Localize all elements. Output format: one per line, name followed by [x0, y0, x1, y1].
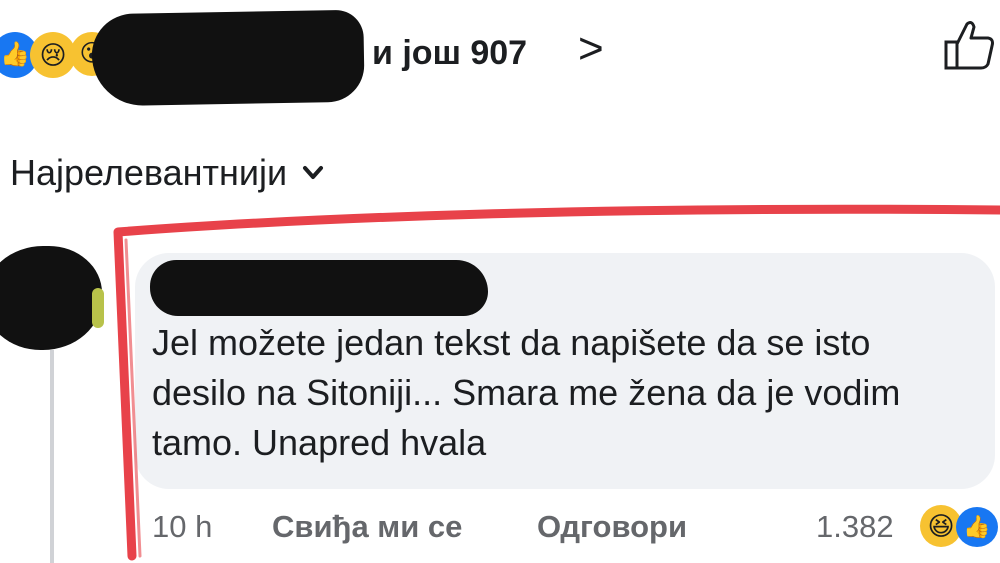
like-reaction-icon: 👍 [956, 507, 998, 547]
avatar-edge [92, 288, 104, 328]
reactions-summary[interactable]: 👍 😢 😮 и још 907 > [0, 9, 1000, 107]
comment-sort-dropdown[interactable]: Најрелевантнији [10, 152, 324, 200]
reply-button[interactable]: Одговори [537, 509, 687, 545]
comment-text: Jel možete jedan tekst da napišete da se… [152, 322, 901, 463]
chevron-down-icon [302, 166, 323, 179]
thread-line [50, 350, 54, 563]
like-button-icon[interactable] [940, 16, 998, 74]
commenter-avatar-redacted[interactable] [0, 246, 102, 350]
comment-actions: 10 h Свиђа ми се Одговори 1.382 😆 👍 [152, 505, 1000, 549]
redacted-names-scribble [91, 9, 365, 107]
comment-reaction-count[interactable]: 1.382 [816, 509, 894, 545]
like-comment-button[interactable]: Свиђа ми се [272, 509, 462, 545]
reaction-count-text[interactable]: и још 907 [372, 34, 527, 73]
sort-label: Најрелевантнији [10, 152, 288, 193]
chevron-right-icon[interactable]: > [578, 24, 604, 74]
comment-timestamp[interactable]: 10 h [152, 509, 212, 545]
redacted-author-name[interactable] [150, 260, 488, 316]
